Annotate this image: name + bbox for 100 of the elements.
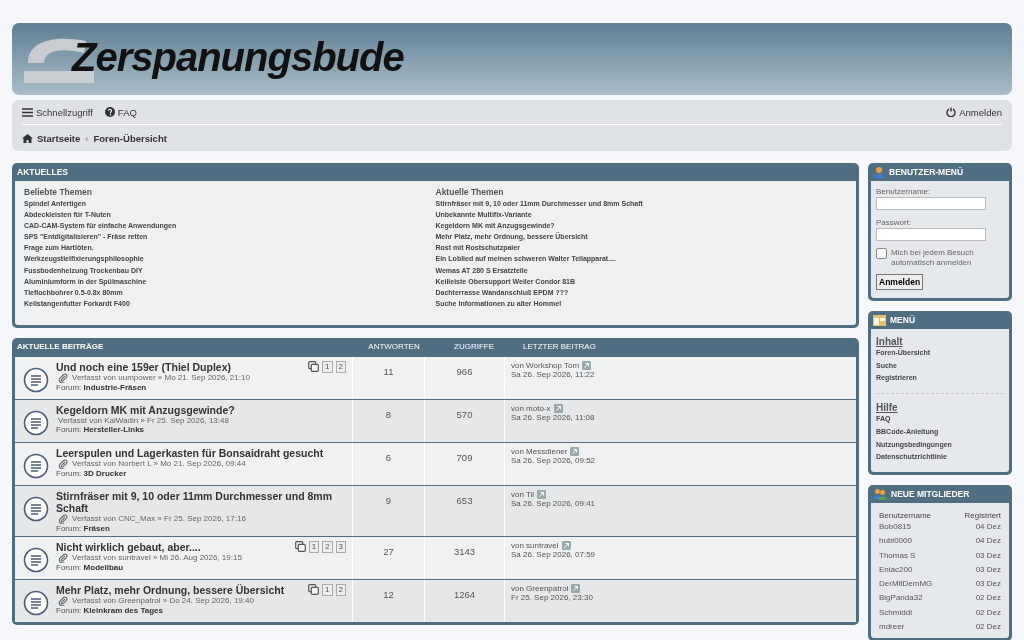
menu-section-heading: Hilfe: [876, 402, 899, 414]
member-link[interactable]: Thomas S: [879, 548, 916, 563]
user-icon: [873, 166, 885, 178]
topic-byline: Verfasst von Greenpatrol » Do 24. Sep 2026, 19:40: [72, 596, 254, 606]
member-link[interactable]: Eniac200: [879, 562, 913, 578]
column-header: AKTUELLE BEITRÄGE: [16, 342, 105, 352]
last-post-author-link[interactable]: von moto-x: [511, 403, 551, 413]
panel-title: BENUTZER-MENÜ: [889, 167, 964, 177]
topic-title-link[interactable]: Nicht wirklich gebaut, aber....: [56, 540, 201, 553]
page-number-button[interactable]: 1: [322, 360, 333, 373]
last-post-date: Sa 26. Sep 2026, 11:22: [511, 369, 596, 379]
last-post-date: Sa 26. Sep 2026, 07:59: [511, 549, 597, 559]
last-post-date: Sa 26. Sep 2026, 09:41: [511, 498, 597, 508]
go-to-post-icon[interactable]: [582, 360, 592, 370]
last-post-author-link[interactable]: von Til: [511, 489, 535, 499]
remember-checkbox[interactable]: [876, 248, 887, 259]
menu-window-icon: [873, 314, 886, 326]
topic-title-link[interactable]: Leerspulen und Lagerkasten für Bonsaidraht gesucht: [56, 446, 324, 459]
topic-read-icon: [23, 409, 49, 436]
forum-link[interactable]: Industrie-Fräsen: [83, 382, 147, 392]
username-field[interactable]: [876, 197, 986, 210]
panel-title: MENÜ: [890, 315, 916, 325]
registration-date: 02 Dez: [975, 606, 1001, 619]
go-to-post-icon[interactable]: [570, 446, 580, 456]
topic-read-icon: [23, 589, 49, 616]
forum-link[interactable]: Kleinkram des Tages: [83, 605, 164, 615]
column-header: Benutzername: [879, 510, 932, 520]
remember-label: Mich bei jedem Besuch automatisch anmelden: [891, 248, 975, 268]
view-count: 3143: [425, 536, 505, 579]
breadcrumb-link[interactable]: Startseite: [22, 132, 81, 144]
member-link[interactable]: hubi0000: [879, 534, 912, 549]
faq-link[interactable]: FAQ: [104, 106, 137, 118]
last-post-author-link[interactable]: von Greenpatrol: [511, 583, 569, 593]
panel-title: NEUE MITGLIEDER: [891, 488, 970, 499]
paperclip-icon: [58, 552, 68, 563]
topic-read-icon: [23, 495, 49, 522]
users-icon: [873, 487, 887, 500]
site-logo-text[interactable]: Zerspanungsbude: [72, 33, 404, 81]
field-label: Benutzername:: [876, 187, 932, 196]
view-count: 709: [425, 442, 505, 485]
go-to-post-icon[interactable]: [537, 489, 547, 499]
reply-count: 27: [353, 536, 425, 579]
topic-title-link[interactable]: Stirnfräser mit 9, 10 oder 11mm Durchmesser und 8mm Schaft: [56, 489, 346, 514]
panel-title: AKTUELLES: [17, 167, 68, 177]
password-field[interactable]: [876, 228, 986, 241]
menu-icon: [22, 107, 33, 117]
last-post-date: Sa 26. Sep 2026, 11:08: [511, 412, 596, 422]
pages-icon: [308, 584, 320, 596]
last-post-author-link[interactable]: von Messdiener: [511, 446, 568, 456]
registration-date: 03 Dez: [975, 563, 1001, 576]
home-icon: [22, 133, 33, 143]
reply-count: 12: [353, 579, 425, 622]
topic-byline: Verfasst von CNC_Max » Fr 25. Sep 2026, 17:16: [72, 514, 246, 524]
login-link[interactable]: Anmelden: [946, 106, 1002, 118]
topic-title-link[interactable]: Mehr Platz, mehr Ordnung, bessere Übersicht: [56, 583, 285, 596]
member-link[interactable]: Bob0815: [879, 519, 912, 535]
forum-label: Forum:: [56, 424, 82, 434]
breadcrumb-link[interactable]: Foren-Übersicht: [93, 132, 167, 144]
forum-link[interactable]: Modellbau: [83, 562, 124, 572]
member-link[interactable]: BigPanda32: [879, 591, 923, 606]
page-number-button[interactable]: 2: [335, 360, 346, 373]
page-number-button[interactable]: 2: [335, 583, 346, 596]
breadcrumb-separator: ‹: [85, 132, 89, 144]
login-button[interactable]: Anmelden: [876, 274, 924, 290]
topic-read-icon: [23, 546, 49, 573]
field-label: Passwort:: [876, 218, 913, 227]
help-icon: [104, 107, 115, 117]
quick-access-link[interactable]: Schnellzugriff: [22, 106, 93, 118]
last-post-date: Fr 25. Sep 2026, 23:30: [511, 592, 594, 602]
forum-link[interactable]: 3D Drucker: [83, 468, 127, 478]
paperclip-icon: [58, 513, 68, 524]
paperclip-icon: [58, 372, 68, 383]
page-number-button[interactable]: 1: [322, 583, 333, 596]
go-to-post-icon[interactable]: [571, 583, 581, 593]
registration-date: 02 Dez: [975, 621, 1001, 633]
go-to-post-icon[interactable]: [561, 540, 571, 550]
topic-title-link[interactable]: Und noch eine 159er (Thiel Duplex): [56, 360, 232, 373]
registration-date: 02 Dez: [975, 592, 1001, 605]
menu-section-heading: Inhalt: [876, 336, 904, 347]
page-number-button[interactable]: 1: [308, 540, 320, 553]
paperclip-icon: [58, 458, 68, 469]
topic-byline: Verfasst von uumpower » Mo 21. Sep 2026, 21:10: [72, 373, 250, 383]
forum-label: Forum:: [56, 605, 82, 615]
go-to-post-icon[interactable]: [553, 403, 563, 413]
forum-link[interactable]: Hersteller-Links: [83, 424, 145, 434]
page-number-button[interactable]: 2: [322, 540, 333, 553]
last-post-author-link[interactable]: von Workshop Tom: [511, 360, 580, 370]
view-count: 966: [425, 356, 505, 399]
topic-read-icon: [23, 452, 49, 479]
topic-title-link[interactable]: Kegeldorn MK mit Anzugsgewinde?: [56, 403, 235, 416]
page-number-button[interactable]: 3: [335, 540, 346, 553]
member-link[interactable]: Schmiddi: [879, 605, 912, 620]
view-count: 1264: [425, 579, 505, 622]
forum-link[interactable]: Fräsen: [83, 523, 110, 533]
member-link[interactable]: mdreer: [879, 620, 905, 635]
column-heading: Beliebte Themen: [24, 187, 94, 197]
member-link[interactable]: DerMitDemMG: [879, 577, 933, 592]
pages-icon: [308, 361, 320, 373]
forum-label: Forum:: [56, 562, 82, 572]
last-post-author-link[interactable]: von suntravel: [511, 540, 559, 550]
